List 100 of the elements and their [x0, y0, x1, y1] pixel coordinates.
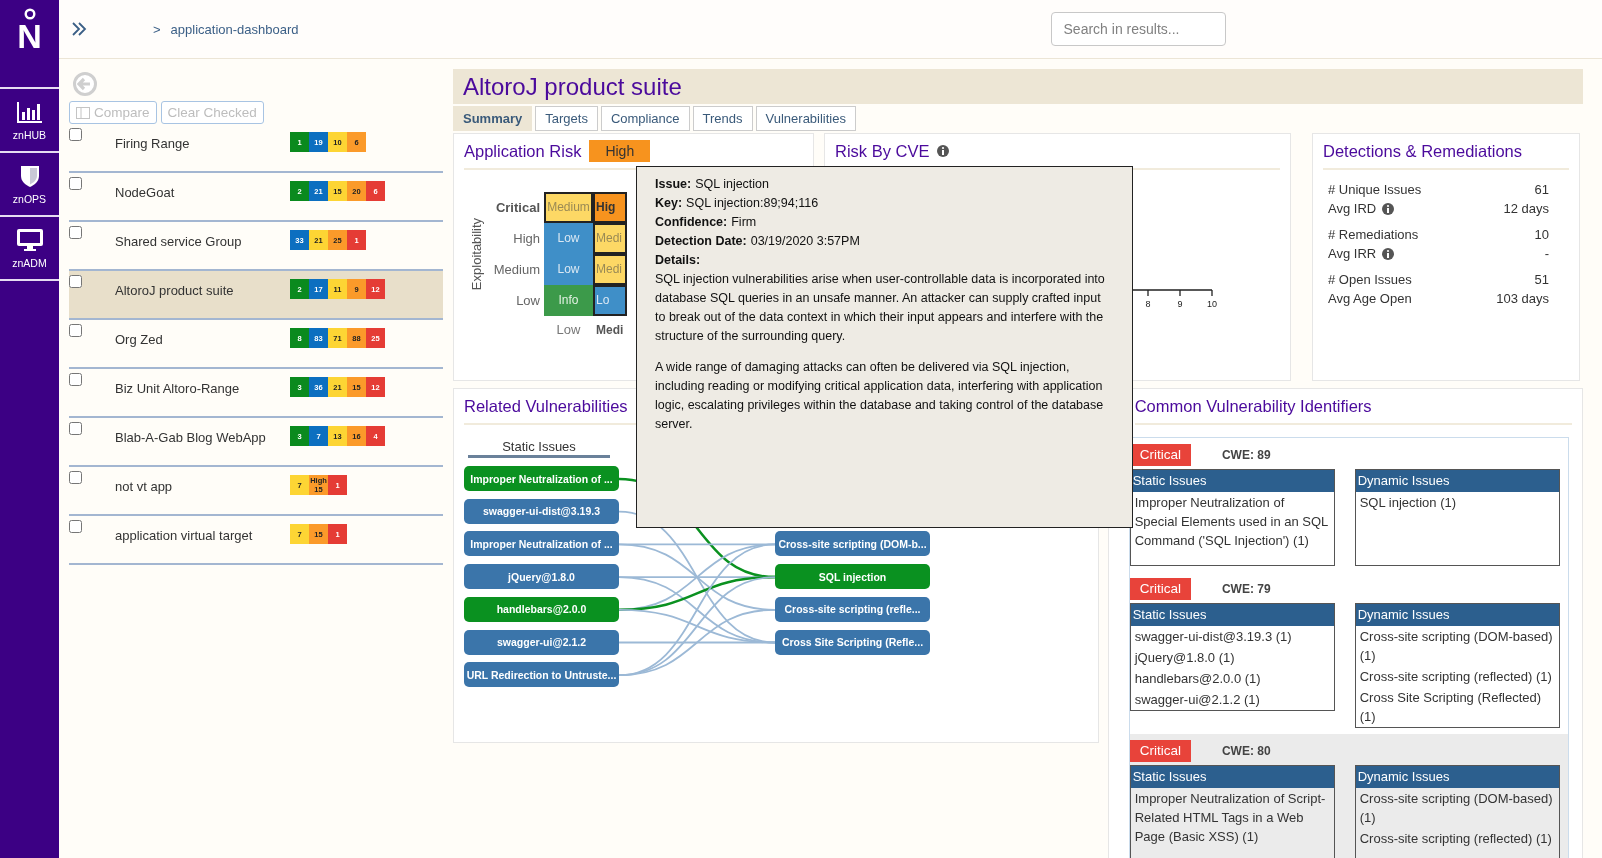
field-label: Detection Date: [655, 234, 747, 248]
checkbox[interactable] [69, 226, 82, 239]
tab[interactable]: Trends [692, 106, 753, 131]
graph-node[interactable]: Improper Neutralization of ... [464, 466, 619, 491]
field-value: SQL injection:89;94;116 [686, 196, 819, 210]
issue-item: SQL injection (1) [1358, 494, 1458, 512]
tab[interactable]: Targets [535, 106, 598, 131]
list-header: Static Issues [1130, 766, 1334, 788]
risk-rating: High [589, 140, 651, 162]
checkbox[interactable] [69, 520, 82, 533]
search-field[interactable]: Search in results... [1050, 12, 1226, 46]
metric-label: Avg Age Open [1328, 291, 1412, 306]
risk-cell: Lo [593, 285, 627, 316]
metric-label: Avg IRR [1328, 246, 1377, 261]
metric-value: 12 days [1503, 201, 1549, 216]
graph-node[interactable]: Improper Neutralization of ... [464, 531, 619, 557]
field-label: Details: [655, 253, 701, 267]
panel-title: Related Vulnerabilities [464, 396, 628, 416]
row-label: Medium [492, 261, 541, 279]
field-value: SQL injection [695, 177, 770, 191]
risk-cell: Medi [593, 254, 627, 285]
graph-node[interactable]: Cross-site scripting (DOM-b... [775, 531, 930, 557]
checkbox[interactable] [69, 422, 82, 435]
tick-label: 8 [1145, 299, 1151, 309]
issue-item: swagger-ui-dist@3.19.3 (1) [1133, 628, 1293, 646]
severity-label: Critical [1129, 578, 1191, 600]
expand-icon[interactable] [72, 22, 87, 36]
tab[interactable]: Summary [453, 106, 533, 131]
info-icon[interactable] [937, 145, 950, 157]
metric-value: 103 days [1496, 291, 1549, 306]
issue-item: Cross-site scripting (DOM-based) (1) [1358, 790, 1554, 827]
breadcrumb-separator: > [153, 21, 161, 37]
checkbox[interactable] [69, 324, 82, 337]
axis-label: Exploitability [468, 217, 484, 291]
application-name: Biz Unit Altoro-Range [115, 380, 241, 396]
tab[interactable]: Vulnerabilities [755, 106, 856, 131]
graph-node[interactable]: Cross Site Scripting (Refle... [775, 629, 930, 655]
panel-title: Detections & Remediations [1323, 141, 1522, 161]
column-header: Static Issues [468, 439, 610, 458]
issue-item: Cross-site scripting (DOM-based) (1) [1358, 628, 1554, 665]
metric-label: # Open Issues [1328, 272, 1412, 287]
application-name: Firing Range [115, 135, 191, 151]
columns-icon [76, 106, 90, 119]
application-name: NodeGoat [115, 184, 176, 200]
metric-value: 51 [1534, 272, 1549, 287]
checkbox[interactable] [69, 471, 82, 484]
details-paragraph: A wide range of damaging attacks can often be delivered via SQL injection, including reading or modifying critical application data, interfering with application logic, escalating privileges within the database and taking control of the database server. [655, 359, 1105, 433]
axis-value-label: Low [555, 321, 582, 339]
checkbox[interactable] [69, 128, 82, 141]
breadcrumb-link[interactable]: application-dashboard [170, 21, 299, 37]
issue-item: jQuery@1.8.0 (1) [1133, 649, 1236, 667]
logo[interactable]: N [17, 8, 42, 87]
application-name: Blab-A-Gab Blog WebApp [115, 429, 267, 445]
metric-value: - [1544, 246, 1549, 261]
graph-node[interactable]: URL Redirection to Untruste... [464, 662, 619, 688]
metric-value: 61 [1534, 182, 1549, 197]
metric-label: # Remediations [1328, 227, 1419, 242]
issue-item: swagger-ui@2.1.2 (1) [1133, 691, 1261, 709]
application-name: application virtual target [115, 527, 254, 543]
row-label: High [512, 230, 541, 248]
graph-node[interactable]: SQL injection [775, 564, 930, 590]
issue-item: Cross-site scripting (reflected) (1) [1358, 830, 1553, 848]
metric-label: Avg IRD [1328, 201, 1377, 216]
risk-cell: Low [544, 254, 593, 285]
metric-label: # Unique Issues [1328, 182, 1422, 197]
panel-title: Risk By CVE [835, 141, 930, 161]
checkbox[interactable] [69, 275, 82, 288]
issue-item: Cross-site scripting (reflected) (1) [1358, 668, 1553, 686]
field-value: Firm [731, 215, 757, 229]
graph-node[interactable]: Cross-site scripting (refle... [775, 596, 930, 622]
list-header: Dynamic Issues [1355, 604, 1559, 626]
info-icon[interactable] [1382, 247, 1395, 260]
application-name: AltoroJ product suite [115, 282, 235, 298]
graph-node[interactable]: swagger-ui@2.1.2 [464, 629, 619, 655]
risk-cell: Info [544, 285, 593, 316]
risk-cell: Low [544, 223, 593, 254]
row-label: Low [515, 292, 541, 310]
risk-cell: Medium [544, 192, 593, 223]
checkbox[interactable] [69, 177, 82, 190]
field-value: 03/19/2020 3:57PM [750, 234, 860, 248]
risk-cell: Hig [593, 192, 627, 223]
nav-item[interactable]: znHUB [0, 89, 59, 153]
graph-node[interactable]: swagger-ui-dist@3.19.3 [464, 498, 619, 524]
info-icon[interactable] [1382, 202, 1395, 215]
nav-item[interactable]: znADM [0, 217, 59, 281]
list-header: Dynamic Issues [1355, 470, 1559, 492]
issue-item: Cross Site Scripting (Reflected) (1) [1358, 689, 1543, 726]
monitor-icon [15, 227, 44, 252]
list-header: Static Issues [1130, 470, 1334, 492]
metric-value: 10 [1534, 227, 1549, 242]
list-header: Dynamic Issues [1355, 766, 1559, 788]
graph-node[interactable]: handlebars@2.0.0 [464, 596, 619, 622]
nav-item[interactable]: znOPS [0, 153, 59, 217]
tab[interactable]: Compliance [600, 106, 690, 131]
tick-label: 9 [1177, 299, 1183, 309]
bar-chart-icon [15, 99, 44, 124]
row-label: Critical [494, 199, 541, 217]
details-paragraph: SQL injection vulnerabilities arise when user-controllable data is incorporated into database SQL queries in an unsafe manner. An attacker can supply crafted input to break out of the data context in which their input appears and interfere with the structure of the surrounding query. [655, 271, 1106, 345]
graph-node[interactable]: jQuery@1.8.0 [464, 564, 619, 590]
checkbox[interactable] [69, 373, 82, 386]
